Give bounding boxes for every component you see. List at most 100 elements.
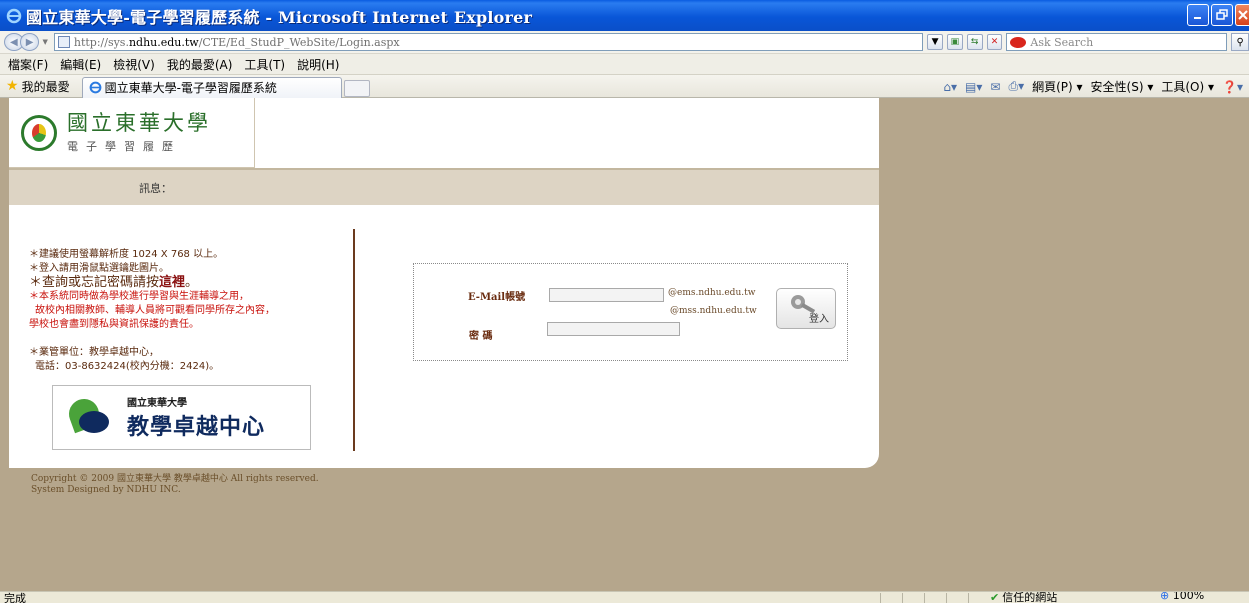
menu-view[interactable]: 檢視(V) (113, 56, 155, 73)
info-notice-3: 學校也會盡到隱私與資訊保護的責任。 (29, 319, 199, 330)
cmd-safety-menu[interactable]: 安全性(S) ▾ (1091, 78, 1154, 95)
menu-favorites[interactable]: 我的最愛(A) (167, 56, 233, 73)
url-input[interactable]: http://sys. ndhu.edu.tw/CTE/Ed_StudP_WebS… (53, 33, 924, 51)
site-body: ＊建議使用螢幕解析度 1024 X 768 以上。 ＊登入請用滑鼠點選鑰匙圖片。… (9, 205, 879, 468)
menu-file[interactable]: 檔案(F) (8, 56, 48, 73)
compatibility-icon: ▣ (950, 37, 960, 47)
email-field[interactable] (549, 288, 664, 302)
favorites-button[interactable]: ★ 我的最愛 (0, 78, 70, 95)
info-panel: ＊建議使用螢幕解析度 1024 X 768 以上。 ＊登入請用滑鼠點選鑰匙圖片。… (29, 248, 339, 374)
info-password-post: 。 (185, 275, 199, 290)
menu-bar: 檔案(F) 編輯(E) 檢視(V) 我的最愛(A) 工具(T) 說明(H) (0, 54, 1249, 75)
page-icon (57, 36, 70, 48)
cte-logo-big: 教學卓越中心 (127, 415, 266, 440)
info-login-hint: ＊登入請用滑鼠點選鑰匙圖片。 (29, 263, 169, 274)
password-label: 密 碼 (469, 331, 493, 342)
tab-active[interactable]: 國立東華大學-電子學習履歷系統 (81, 76, 342, 98)
cmd-page-menu[interactable]: 網頁(P) ▾ (1032, 78, 1082, 95)
ie-tab-icon (89, 81, 101, 94)
info-notice-2: 故校內相關教師、輔導人員將可觀看同學所存之內容， (35, 305, 275, 316)
site-logo[interactable]: 國立東華大學 電子學習履歷 (9, 98, 255, 168)
zoom-control[interactable]: ⊕ 100% (1160, 591, 1205, 602)
ask-logo-icon (1010, 36, 1027, 48)
info-password-help: ＊查詢或忘記密碼請按這裡。 (29, 276, 339, 290)
address-bar: ◀ ▶ ▼ http://sys. ndhu.edu.tw/CTE/Ed_Stud… (0, 31, 1249, 54)
window-title: 國立東華大學-電子學習履歷系統 - Microsoft Internet Exp… (26, 7, 533, 27)
close-icon (1237, 10, 1248, 20)
info-password-pre: ＊查詢或忘記密碼請按 (29, 275, 160, 290)
mail-icon[interactable]: ✉ (990, 80, 1000, 94)
info-unit: ＊業管單位：教學卓越中心， (29, 347, 159, 358)
compatibility-button[interactable]: ▣ (946, 34, 963, 50)
security-zone[interactable]: ✔ 信任的網站 (990, 591, 1058, 603)
url-dropdown-button[interactable]: ▼ (927, 34, 943, 50)
zoom-level: 100% (1172, 591, 1205, 602)
logo-subtitle: 電子學習履歷 (67, 140, 181, 153)
email-domain-ems: @ems.ndhu.edu.tw (668, 288, 756, 298)
minimize-icon (1194, 17, 1201, 19)
status-bar: 完成 ✔ 信任的網站 ⊕ 100% (0, 591, 1249, 603)
login-button-label: 登入 (809, 314, 829, 325)
info-phone: 電話：03-8632424(校內分機：2424)。 (35, 361, 220, 372)
university-emblem-icon (21, 114, 57, 151)
login-button[interactable]: 登入 (776, 288, 836, 329)
new-tab-button[interactable] (343, 79, 370, 97)
password-help-link[interactable]: 這裡 (159, 275, 185, 290)
search-input[interactable]: Ask Search (1006, 33, 1228, 51)
info-notice-1: ＊本系統同時做為學校進行學習與生涯輔導之用， (29, 291, 249, 302)
footer: Copyright © 2009 國立東華大學 教學卓越中心 All right… (31, 474, 319, 496)
refresh-button[interactable]: ⇆ (966, 34, 983, 50)
login-form: E-Mail帳號 @ems.ndhu.edu.tw @mss.ndhu.edu.… (413, 263, 848, 361)
checkmark-icon: ✔ (990, 591, 1000, 603)
url-path: /CTE/Ed_StudP_WebSite/Login.aspx (198, 35, 400, 49)
tab-bar: ★ 我的最愛 國立東華大學-電子學習履歷系統 ⌂▾ ▤▾ ✉ ⎙▾ 網頁(P) … (0, 75, 1249, 98)
cte-mark-icon (64, 394, 113, 437)
zoom-icon: ⊕ (1160, 591, 1170, 602)
window-title-bar[interactable]: 國立東華大學-電子學習履歷系統 - Microsoft Internet Exp… (0, 0, 1249, 31)
password-field[interactable] (547, 322, 680, 336)
logo-title: 國立東華大學 (67, 111, 211, 135)
cte-logo[interactable]: 國立東華大學 教學卓越中心 (52, 385, 311, 450)
message-label: 訊息： (139, 181, 172, 195)
footer-copyright: Copyright © 2009 國立東華大學 教學卓越中心 All right… (31, 474, 319, 484)
menu-tools[interactable]: 工具(T) (244, 56, 285, 73)
security-zone-label: 信任的網站 (1002, 591, 1058, 603)
history-dropdown-icon[interactable]: ▼ (42, 38, 47, 46)
page-content: 國立東華大學 電子學習履歷 訊息： ＊建議使用螢幕解析度 1024 X 768 … (0, 98, 1249, 591)
cte-logo-small: 國立東華大學 (127, 398, 187, 409)
help-icon[interactable]: ❓▾ (1222, 80, 1243, 94)
forward-arrow-icon: ▶ (25, 36, 34, 48)
chevron-down-icon: ▼ (931, 37, 939, 47)
vertical-divider (353, 229, 355, 451)
feeds-icon[interactable]: ▤▾ (965, 80, 982, 94)
site-header: 國立東華大學 電子學習履歷 (9, 98, 879, 168)
close-button[interactable] (1235, 4, 1249, 26)
forward-button[interactable]: ▶ (19, 33, 40, 51)
url-domain: ndhu.edu.tw (128, 35, 199, 49)
footer-designed-by: System Designed by NDHU INC. (31, 485, 181, 495)
refresh-icon: ⇆ (970, 37, 979, 47)
ie-logo-icon (6, 8, 22, 23)
message-bar: 訊息： (9, 168, 879, 205)
favorites-label: 我的最愛 (21, 79, 70, 94)
restore-icon (1216, 9, 1228, 20)
info-resolution: ＊建議使用螢幕解析度 1024 X 768 以上。 (29, 249, 224, 260)
email-domain-mss: @mss.ndhu.edu.tw (670, 306, 757, 316)
menu-help[interactable]: 說明(H) (297, 56, 339, 73)
site-container: 國立東華大學 電子學習履歷 訊息： ＊建議使用螢幕解析度 1024 X 768 … (9, 98, 879, 468)
cmd-tools-menu[interactable]: 工具(O) ▾ (1161, 78, 1214, 95)
search-button[interactable]: ⚲ (1231, 33, 1249, 51)
stop-button[interactable]: ✕ (986, 34, 1003, 50)
search-placeholder: Ask Search (1030, 35, 1094, 49)
back-arrow-icon: ◀ (10, 36, 18, 48)
search-icon: ⚲ (1236, 36, 1244, 48)
menu-edit[interactable]: 編輯(E) (60, 56, 101, 73)
star-icon: ★ (6, 78, 19, 94)
home-icon[interactable]: ⌂▾ (943, 80, 957, 94)
tab-label: 國立東華大學-電子學習履歷系統 (104, 81, 277, 95)
print-icon[interactable]: ⎙▾ (1008, 79, 1024, 94)
status-text: 完成 (4, 592, 26, 603)
minimize-button[interactable] (1187, 4, 1209, 26)
restore-button[interactable] (1211, 4, 1233, 26)
email-label: E-Mail帳號 (468, 292, 526, 303)
